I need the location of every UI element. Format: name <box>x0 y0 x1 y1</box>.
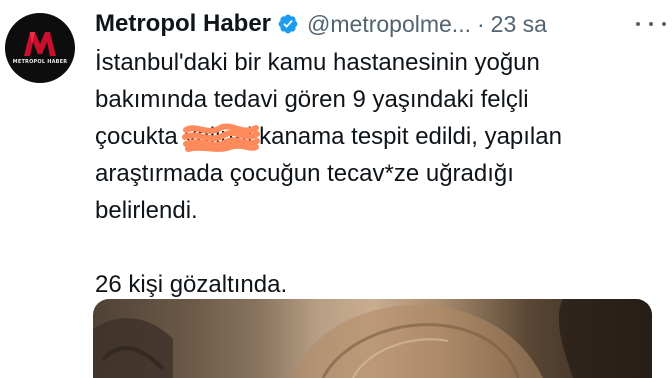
avatar-brand-text: METROPOL HABER <box>12 59 68 65</box>
tweet[interactable]: METROPOL HABER Metropol Haber @metropolm… <box>0 0 672 378</box>
more-horizontal-icon-dot <box>649 22 653 26</box>
more-horizontal-icon-dot <box>636 22 640 26</box>
tweet-text-line: belirlendi. <box>95 197 198 224</box>
tweet-text-segment: kanama tespit edildi, yapılan <box>252 123 562 150</box>
more-horizontal-icon-dot <box>662 22 666 26</box>
timestamp[interactable]: 23 sa <box>491 11 547 38</box>
tweet-text-line: İstanbul'daki bir kamu hastanesinin yoğu… <box>95 49 540 76</box>
tweet-text-line: 26 kişi gözaltında. <box>95 271 288 298</box>
tweet-text: İstanbul'daki bir kamu hastanesinin yoğu… <box>95 44 665 303</box>
tweet-text-line: bakımında tedavi gören 9 yaşındaki felçl… <box>95 86 529 113</box>
tweet-header: Metropol Haber @metropolme... · 23 sa <box>95 8 547 40</box>
user-handle[interactable]: @metropolme... <box>307 11 471 38</box>
censored-word-text: vajinal <box>184 123 253 150</box>
metropol-logo-icon <box>24 32 56 56</box>
censored-word: vajinal <box>182 118 261 155</box>
verified-badge-icon <box>278 14 298 34</box>
tweet-text-segment: çocukta <box>95 123 185 150</box>
tweet-photo[interactable] <box>93 299 652 378</box>
separator-dot: · <box>476 10 485 37</box>
more-options-button[interactable] <box>636 14 666 34</box>
avatar[interactable]: METROPOL HABER <box>5 13 75 83</box>
photo-media <box>93 299 652 378</box>
tweet-text-line: araştırmada çocuğun tecav*ze uğradığı <box>95 160 514 187</box>
display-name[interactable]: Metropol Haber <box>95 10 271 38</box>
tweet-text-line: çocukta vajinal kanama tespit edildi, ya… <box>95 118 665 155</box>
